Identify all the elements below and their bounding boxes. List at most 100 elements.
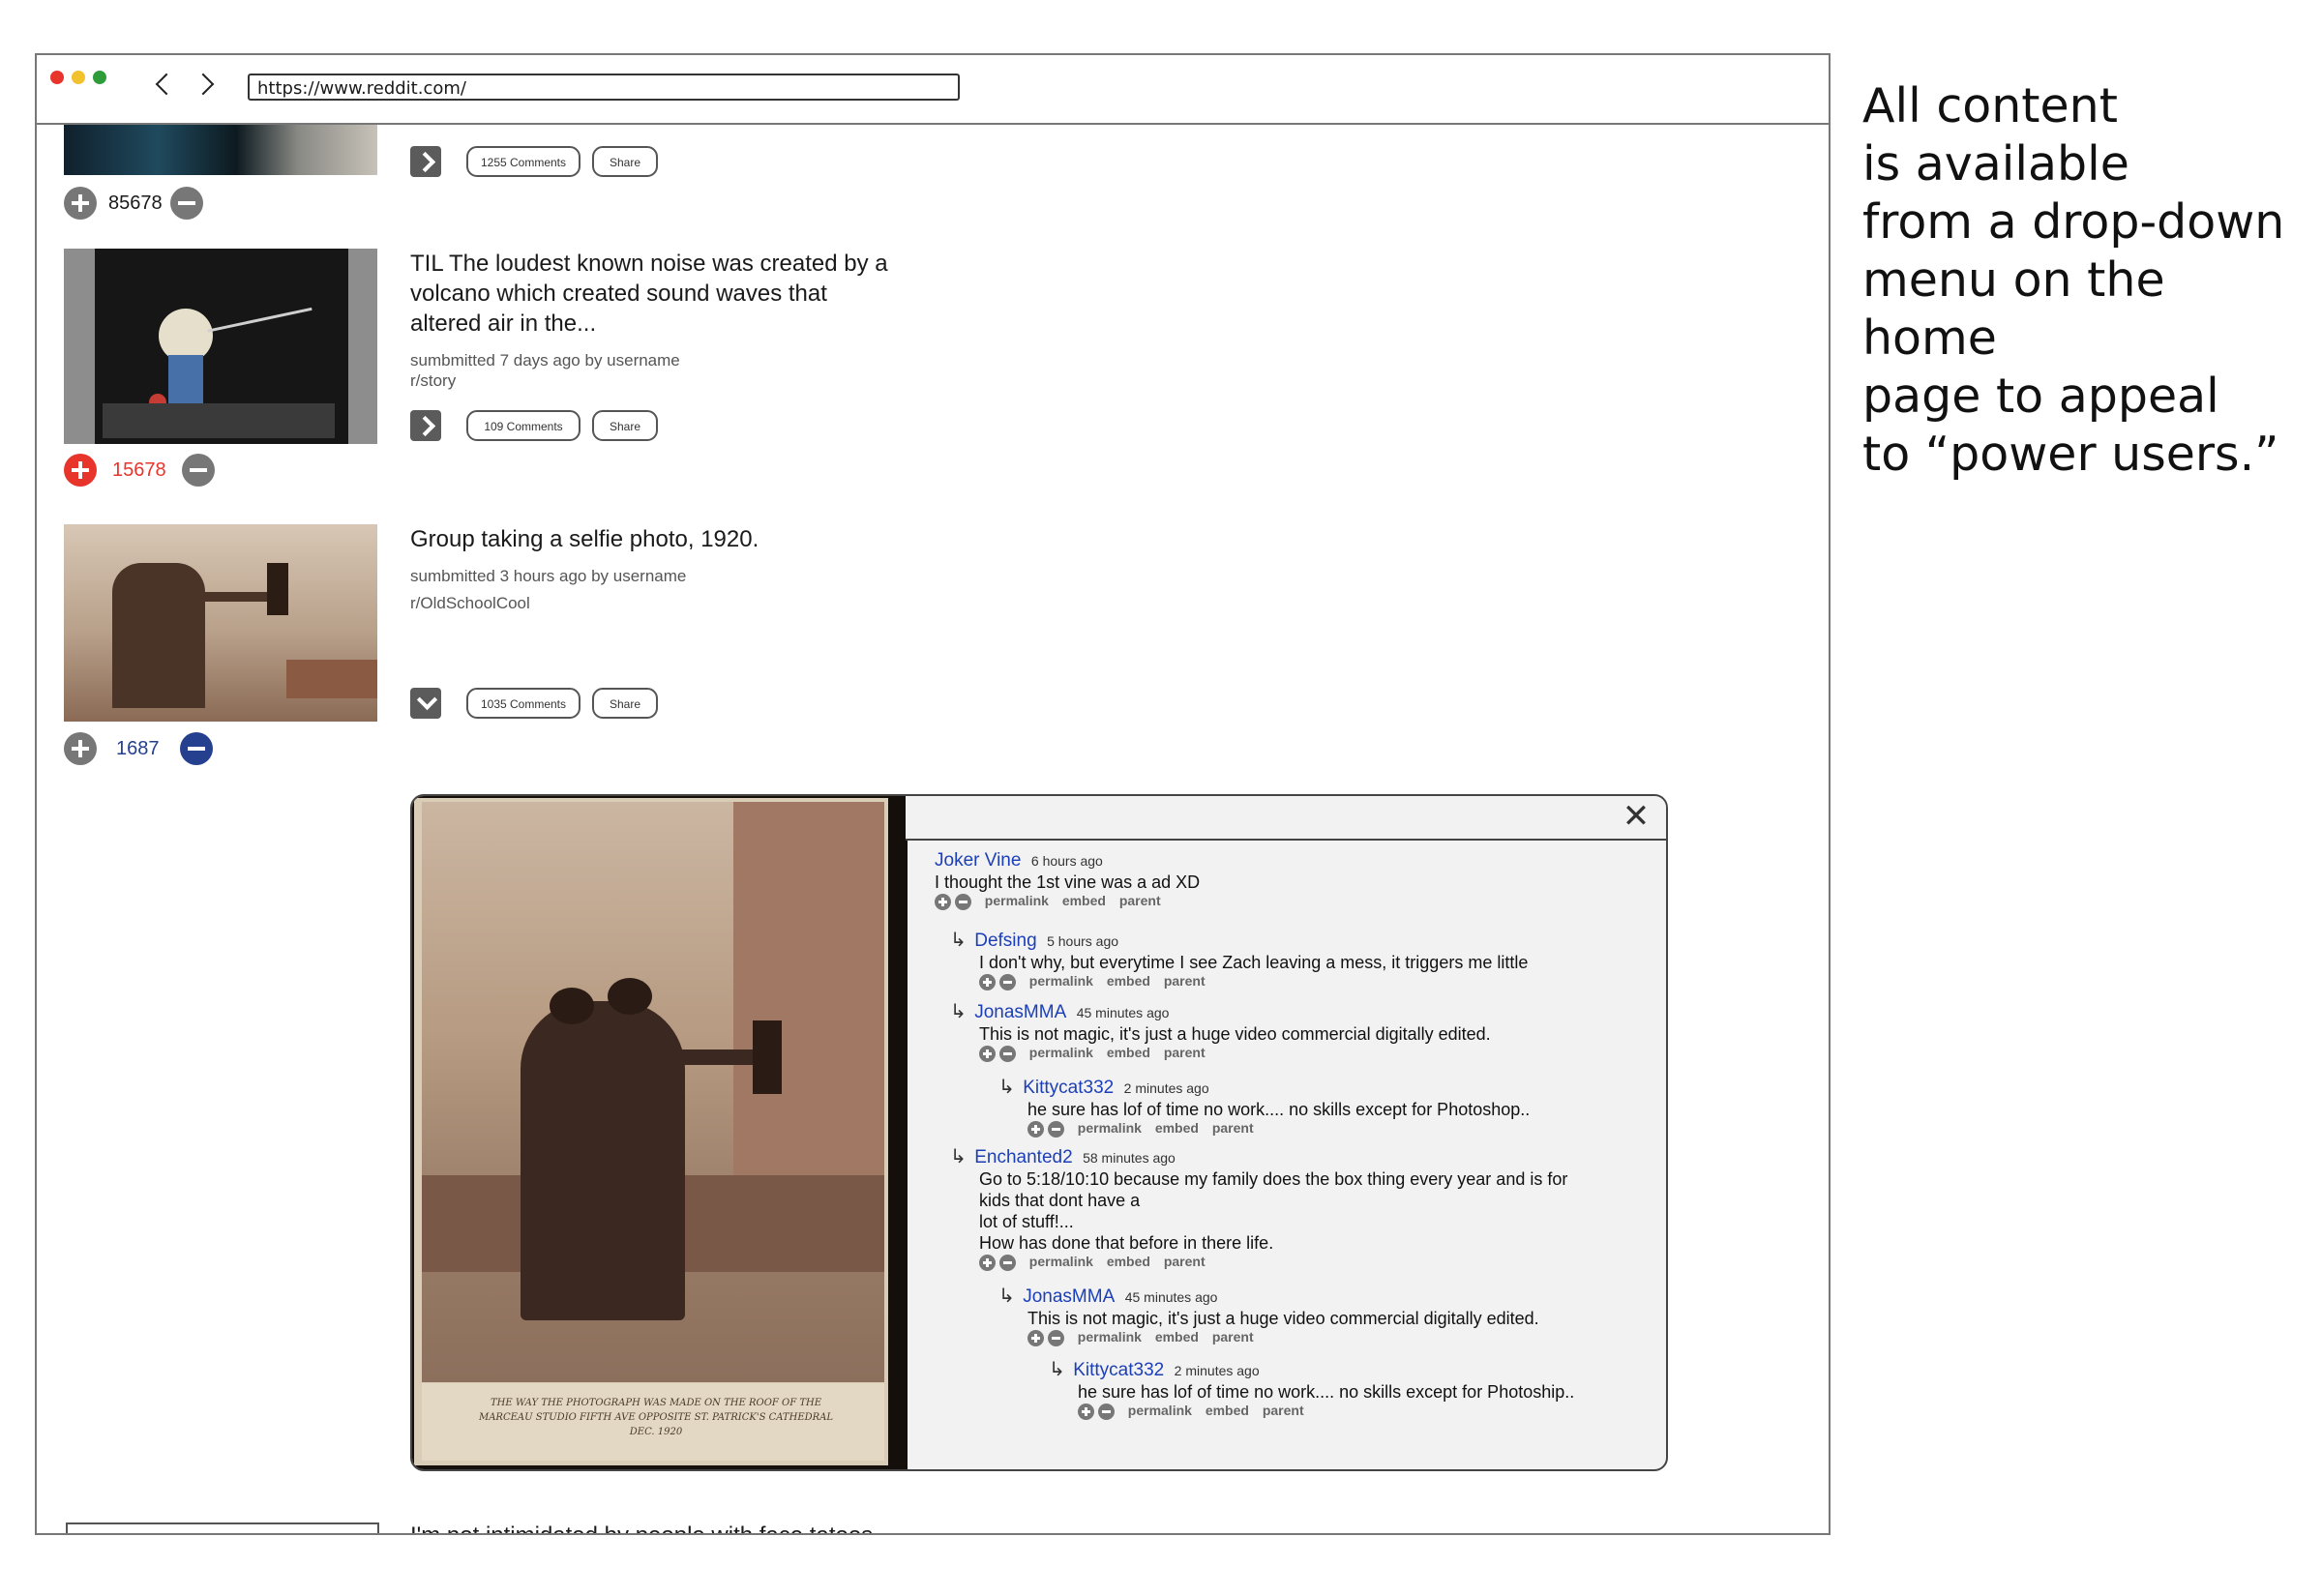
annotation-line: All content (1862, 78, 2118, 133)
embed-link[interactable]: embed (1107, 1254, 1150, 1269)
post-meta: sumbmitted 3 hours ago by username (410, 567, 687, 585)
downvote-icon[interactable] (998, 973, 1016, 990)
expand-button[interactable] (410, 410, 441, 441)
reply-arrow-icon: ↳ (950, 1144, 967, 1167)
share-button[interactable]: Share (592, 688, 658, 719)
parent-link[interactable]: parent (1212, 1329, 1254, 1345)
back-arrow-icon[interactable] (155, 73, 178, 96)
collapse-button[interactable] (410, 688, 441, 719)
close-icon[interactable]: ✕ (1622, 800, 1651, 833)
embed-link[interactable]: embed (1155, 1120, 1199, 1136)
embed-link[interactable]: embed (1062, 893, 1106, 908)
comment-actions: permalink embed parent (1078, 1403, 1574, 1420)
downvote-icon[interactable] (1047, 1120, 1064, 1138)
comment-text-line: Go to 5:18/10:10 because my family does … (979, 1169, 1568, 1189)
post-score: 15678 (112, 459, 166, 481)
upvote-icon[interactable] (935, 893, 951, 910)
comment-username[interactable]: Enchanted2 (974, 1147, 1072, 1167)
parent-link[interactable]: parent (1119, 893, 1161, 908)
comment-username[interactable]: Kittycat332 (1073, 1360, 1164, 1380)
comment-time: 6 hours ago (1030, 853, 1103, 869)
parent-link[interactable]: parent (1212, 1120, 1254, 1136)
embed-link[interactable]: embed (1206, 1403, 1249, 1418)
minimize-window-dot[interactable] (72, 71, 85, 84)
upvote-icon[interactable] (1027, 1329, 1044, 1346)
embed-link[interactable]: embed (1107, 973, 1150, 989)
comment-username[interactable]: Defsing (974, 931, 1036, 951)
comment-username[interactable]: Kittycat332 (1023, 1078, 1114, 1098)
post-subreddit[interactable]: r/OldSchoolCool (410, 593, 530, 614)
post-thumbnail[interactable] (64, 125, 377, 175)
share-button[interactable]: Share (592, 146, 658, 177)
reply-arrow-icon: ↳ (1049, 1357, 1065, 1380)
comment: ↳ Defsing 5 hours ago I don't why, but e… (950, 928, 1528, 990)
downvote-icon[interactable] (998, 1254, 1016, 1271)
post-score: 85678 (108, 192, 163, 214)
comment-text: This is not magic, it's just a huge vide… (1027, 1309, 1539, 1328)
post-thumbnail[interactable] (66, 1522, 379, 1533)
upvote-icon[interactable] (979, 1254, 996, 1271)
post-title[interactable]: TIL The loudest known noise was created … (410, 249, 894, 339)
comments-button[interactable]: 1255 Comments (466, 146, 580, 177)
comment-actions: permalink embed parent (1027, 1120, 1530, 1138)
comment-username[interactable]: JonasMMA (1023, 1286, 1115, 1307)
expand-button[interactable] (410, 146, 441, 177)
post-title[interactable]: I'm not intimidated by people with face … (410, 1521, 894, 1533)
comment-username[interactable]: JonasMMA (974, 1002, 1066, 1022)
embed-link[interactable]: embed (1107, 1045, 1150, 1060)
parent-link[interactable]: parent (1164, 1045, 1206, 1060)
comment-time: 45 minutes ago (1076, 1005, 1170, 1020)
comment-time: 45 minutes ago (1124, 1289, 1218, 1305)
permalink-link[interactable]: permalink (1128, 1403, 1192, 1418)
upvote-icon[interactable] (979, 973, 996, 990)
comment: ↳ Kittycat332 2 minutes ago he sure has … (1049, 1357, 1574, 1420)
post-meta: sumbmitted 7 days ago by username (410, 351, 680, 369)
upvote-icon[interactable] (64, 732, 97, 765)
expanded-photo[interactable]: THE WAY THE PHOTOGRAPH WAS MADE ON THE R… (412, 796, 908, 1469)
upvote-icon[interactable] (64, 454, 97, 487)
forward-arrow-icon[interactable] (192, 73, 215, 96)
comments-button[interactable]: 1035 Comments (466, 688, 580, 719)
annotation-line: page to appeal (1862, 369, 2219, 424)
upvote-icon[interactable] (64, 187, 97, 220)
permalink-link[interactable]: permalink (1029, 1254, 1093, 1269)
permalink-link[interactable]: permalink (985, 893, 1049, 908)
reply-arrow-icon: ↳ (950, 999, 967, 1022)
downvote-icon[interactable] (1097, 1403, 1115, 1420)
parent-link[interactable]: parent (1164, 973, 1206, 989)
parent-link[interactable]: parent (1263, 1403, 1304, 1418)
upvote-icon[interactable] (979, 1045, 996, 1062)
parent-link[interactable]: parent (1164, 1254, 1206, 1269)
permalink-link[interactable]: permalink (1078, 1329, 1142, 1345)
comment-text-line: lot of stuff!... (979, 1212, 1074, 1231)
downvote-icon[interactable] (180, 732, 213, 765)
permalink-link[interactable]: permalink (1078, 1120, 1142, 1136)
comment-actions: permalink embed parent (979, 1254, 1567, 1271)
post-thumbnail[interactable] (64, 524, 377, 722)
embed-link[interactable]: embed (1155, 1329, 1199, 1345)
post-thumbnail[interactable] (64, 249, 377, 444)
comment-time: 2 minutes ago (1123, 1080, 1209, 1096)
downvote-icon[interactable] (1047, 1329, 1064, 1346)
post-subreddit[interactable]: r/story (410, 370, 456, 392)
downvote-icon[interactable] (954, 893, 971, 910)
upvote-icon[interactable] (1078, 1403, 1094, 1420)
comment-actions: permalink embed parent (935, 893, 1200, 910)
url-bar[interactable]: https://www.reddit.com/ (248, 74, 960, 101)
maximize-window-dot[interactable] (93, 71, 106, 84)
comments-button[interactable]: 109 Comments (466, 410, 580, 441)
permalink-link[interactable]: permalink (1029, 1045, 1093, 1060)
photo-caption: THE WAY THE PHOTOGRAPH WAS MADE ON THE R… (478, 1398, 834, 1437)
share-button[interactable]: Share (592, 410, 658, 441)
downvote-icon[interactable] (170, 187, 203, 220)
post-score: 1687 (116, 738, 160, 759)
comment-text: This is not magic, it's just a huge vide… (979, 1024, 1491, 1044)
permalink-link[interactable]: permalink (1029, 973, 1093, 989)
comment-username[interactable]: Joker Vine (935, 850, 1021, 871)
close-window-dot[interactable] (50, 71, 64, 84)
downvote-icon[interactable] (182, 454, 215, 487)
post-title[interactable]: Group taking a selfie photo, 1920. (410, 524, 913, 554)
upvote-icon[interactable] (1027, 1120, 1044, 1138)
downvote-icon[interactable] (998, 1045, 1016, 1062)
comment: ↳ Enchanted2 58 minutes ago Go to 5:18/1… (950, 1144, 1567, 1271)
